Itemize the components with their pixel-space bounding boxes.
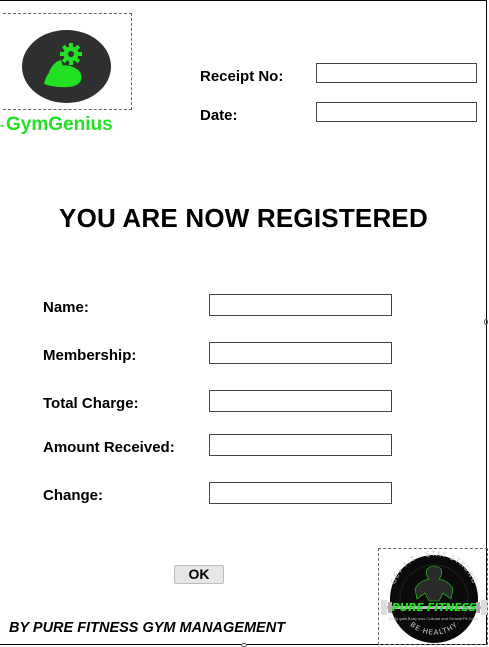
pure-fitness-badge-icon: GET FIT · STAY STRONG BE HEALTHY	[381, 550, 487, 643]
name-field[interactable]	[209, 294, 392, 316]
receipt-no-label: Receipt No:	[200, 68, 284, 85]
date-label: Date:	[200, 107, 238, 124]
resize-handle-bottom[interactable]	[241, 643, 247, 647]
resize-handle-right[interactable]	[484, 319, 488, 325]
brand-label: GymGenius	[6, 114, 113, 135]
footer-credit: BY PURE FITNESS GYM MANAGEMENT	[9, 620, 286, 636]
pure-fitness-badge: GET FIT · STAY STRONG BE HEALTHY PURE FI…	[378, 548, 488, 645]
brand-dash: -	[0, 117, 4, 132]
date-field[interactable]	[316, 102, 477, 122]
total-charge-field[interactable]	[209, 390, 392, 412]
flexing-arm-gear-icon	[44, 43, 82, 88]
badge-title: PURE FITNESS	[391, 601, 477, 614]
receipt-no-field[interactable]	[316, 63, 477, 83]
membership-label: Membership:	[43, 347, 137, 364]
brand-name: - GymGenius	[0, 114, 113, 136]
total-charge-label: Total Charge:	[43, 395, 139, 412]
amount-received-field[interactable]	[209, 434, 392, 456]
registration-headline: YOU ARE NOW REGISTERED	[59, 203, 428, 233]
change-label: Change:	[43, 487, 103, 504]
logo-container	[3, 13, 132, 110]
amount-received-label: Amount Received:	[43, 439, 175, 456]
ok-button[interactable]: OK	[174, 565, 224, 584]
membership-field[interactable]	[209, 342, 392, 364]
badge-subtext: Body gain Body loss Cultural and Growth …	[389, 616, 479, 621]
change-field[interactable]	[209, 482, 392, 504]
name-label: Name:	[43, 299, 89, 316]
